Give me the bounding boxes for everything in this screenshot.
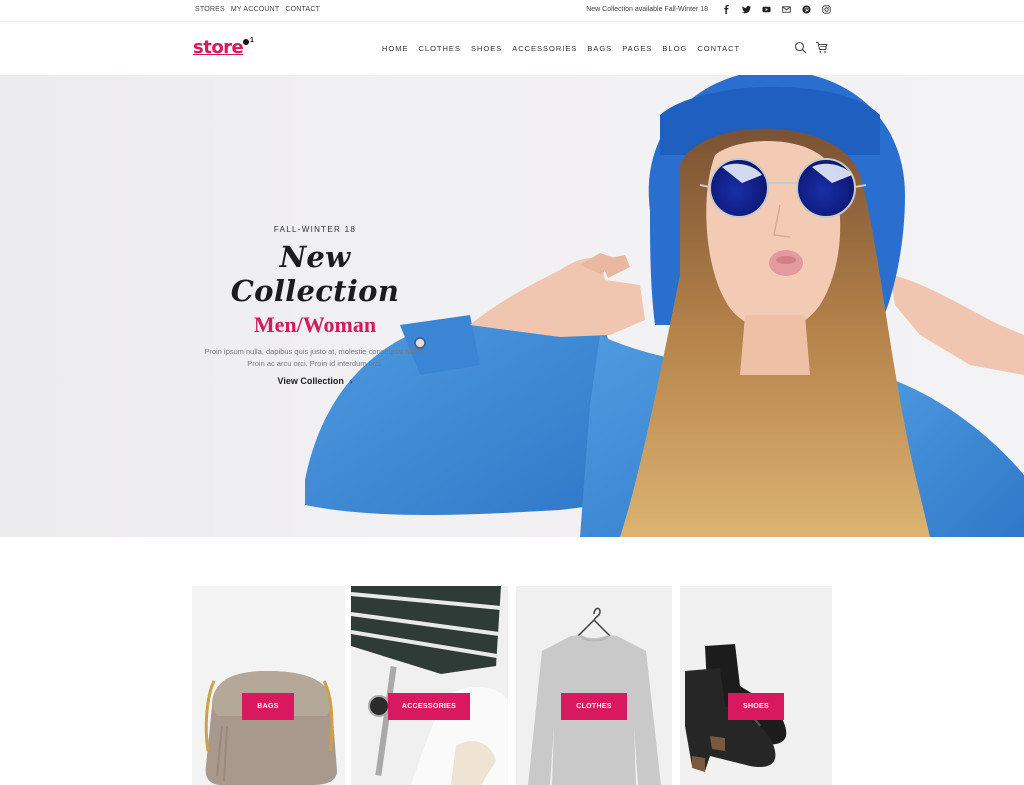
logo-dot (243, 39, 249, 45)
top-link-contact[interactable]: Contact (285, 6, 320, 13)
nav-pages[interactable]: Pages (622, 44, 652, 53)
bag-image (204, 671, 337, 785)
nav-contact[interactable]: Contact (697, 44, 740, 53)
main-nav: Home Clothes Shoes Accessories Bags Page… (382, 44, 740, 53)
accessories-button[interactable]: Accessories (388, 693, 470, 720)
announcement: New Collection available Fall-Winter 18 (586, 6, 708, 13)
nav-accessories[interactable]: Accessories (512, 44, 577, 53)
pinterest-icon[interactable] (802, 5, 811, 14)
category-card-bags[interactable]: Bags (192, 586, 345, 785)
main-header: store 1 Home Clothes Shoes Accessories B… (0, 22, 1024, 75)
category-card-clothes[interactable]: Clothes (516, 586, 672, 785)
hero-description: Proin ipsum nulla, dapibus quis justo at… (204, 347, 426, 368)
hero-text: FALL-WINTER 18 New Collection Men/Woman … (195, 225, 435, 389)
category-card-accessories[interactable]: Accessories (351, 586, 508, 785)
search-icon[interactable] (794, 41, 807, 54)
instagram-icon[interactable] (822, 5, 831, 14)
view-collection-link[interactable]: View Collection › (277, 376, 352, 386)
accessories-image (351, 586, 508, 785)
view-collection-label: View Collection (277, 376, 344, 386)
cart-icon[interactable] (815, 41, 828, 54)
nav-shoes[interactable]: Shoes (471, 44, 502, 53)
email-icon[interactable] (782, 5, 791, 14)
chevron-right-icon: › (349, 377, 353, 386)
hero-title: New Collection (230, 240, 400, 308)
top-link-my-account[interactable]: My Account (231, 6, 280, 13)
top-right: New Collection available Fall-Winter 18 (586, 5, 831, 14)
hero-subtitle: Men/Woman (253, 312, 377, 337)
bags-button[interactable]: Bags (242, 693, 294, 720)
shoes-button[interactable]: Shoes (728, 693, 784, 720)
hero-banner: FALL-WINTER 18 New Collection Men/Woman … (0, 75, 1024, 537)
twitter-icon[interactable] (742, 5, 751, 14)
hero-eyebrow: FALL-WINTER 18 (273, 225, 357, 234)
nav-bags[interactable]: Bags (587, 44, 612, 53)
top-links: Stores My Account Contact (195, 6, 320, 13)
store-logo[interactable]: store (193, 37, 244, 58)
shoes-image (685, 644, 787, 772)
nav-home[interactable]: Home (382, 44, 409, 53)
nav-clothes[interactable]: Clothes (419, 44, 461, 53)
clothes-button[interactable]: Clothes (561, 693, 627, 720)
logo-superscript: 1 (250, 37, 254, 44)
category-grid: Bags Accessories Clothes Shoes (192, 586, 832, 785)
facebook-icon[interactable] (722, 5, 731, 14)
youtube-icon[interactable] (762, 5, 771, 14)
category-card-shoes[interactable]: Shoes (680, 586, 832, 785)
top-link-stores[interactable]: Stores (195, 6, 225, 13)
top-bar: Stores My Account Contact New Collection… (0, 0, 1024, 22)
nav-blog[interactable]: Blog (663, 44, 688, 53)
header-icons (794, 41, 828, 54)
clothes-image (528, 607, 661, 785)
hero-model-image (305, 75, 1024, 537)
